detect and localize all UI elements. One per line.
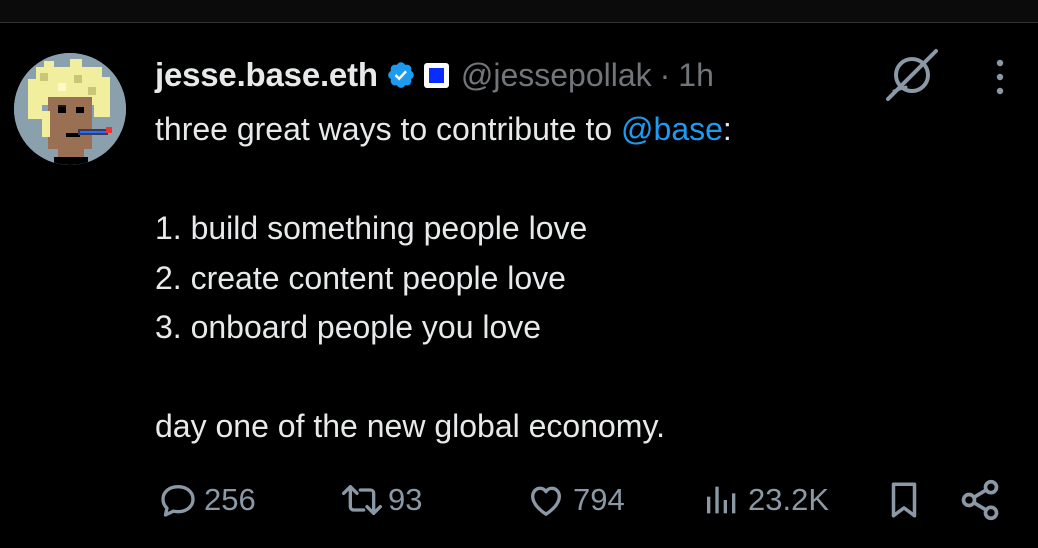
bookmark-icon (891, 482, 917, 518)
verified-badge-icon[interactable] (386, 60, 416, 90)
bookmark-button[interactable] (886, 475, 922, 525)
like-count: 794 (573, 482, 625, 517)
repost-icon (342, 485, 383, 515)
action-bar: 256 93 794 23.2K (0, 475, 1038, 525)
mention-link[interactable]: @base (621, 111, 723, 147)
intro-suffix: : (722, 111, 732, 147)
closing-line: day one of the new global economy. (155, 408, 665, 444)
reply-icon (161, 485, 195, 517)
timestamp[interactable]: 1h (678, 57, 714, 94)
repost-button[interactable]: 93 (338, 475, 422, 525)
views-count: 23.2K (748, 482, 830, 517)
list-item: 2. create content people love (155, 259, 566, 296)
display-name[interactable]: jesse.base.eth (155, 56, 378, 94)
grok-icon[interactable] (884, 47, 940, 101)
share-button[interactable] (958, 475, 1002, 525)
reply-button[interactable]: 256 (158, 475, 256, 525)
views-icon (707, 486, 736, 514)
share-icon (961, 479, 999, 521)
tweet-header: jesse.base.eth @jessepollak · 1h (155, 53, 714, 97)
reply-count: 256 (204, 482, 256, 517)
list-item: 3. onboard people you love (155, 309, 542, 345)
views-button[interactable]: 23.2K (702, 475, 829, 525)
tweet-intro: three great ways to contribute to @base: (155, 105, 1015, 155)
list-item: 1. build something people love (155, 210, 588, 246)
handle[interactable]: @jessepollak (461, 57, 652, 94)
like-icon (531, 486, 561, 516)
repost-count: 93 (388, 482, 423, 517)
tweet-text: three great ways to contribute to @base:… (155, 105, 1015, 452)
separator-dot: · (659, 56, 671, 93)
intro-text: three great ways to contribute to (155, 111, 622, 147)
top-divider (0, 0, 1038, 23)
avatar-image (14, 53, 126, 165)
tweet[interactable]: jesse.base.eth @jessepollak · 1h three g… (0, 23, 1038, 548)
affiliate-badge-icon[interactable] (423, 62, 449, 88)
like-button[interactable]: 794 (525, 475, 625, 525)
avatar[interactable] (14, 53, 126, 165)
more-icon[interactable] (990, 57, 1010, 97)
